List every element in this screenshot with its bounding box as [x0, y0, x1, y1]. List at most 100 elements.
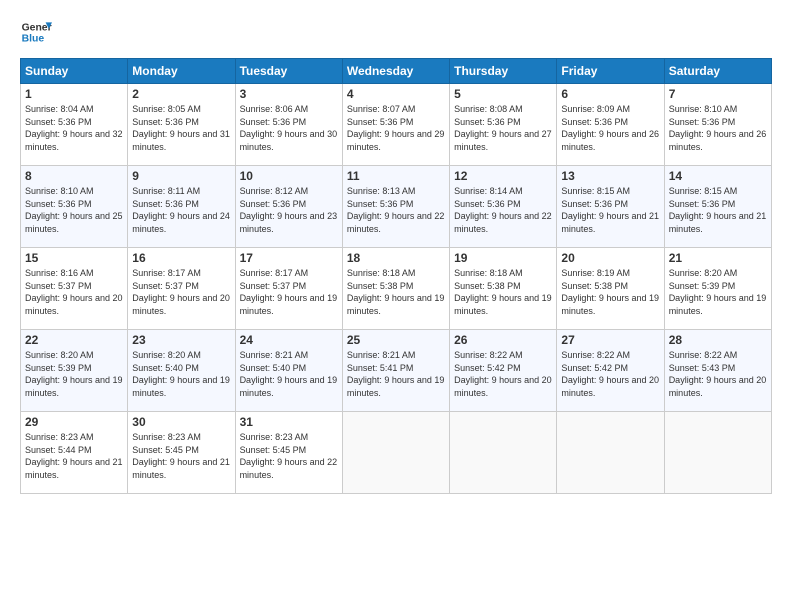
- weekday-sunday: Sunday: [21, 59, 128, 84]
- logo: General Blue: [20, 16, 56, 48]
- day-info: Sunrise: 8:23 AMSunset: 5:45 PMDaylight:…: [132, 431, 230, 481]
- day-cell: 20 Sunrise: 8:19 AMSunset: 5:38 PMDaylig…: [557, 248, 664, 330]
- day-number: 6: [561, 87, 659, 101]
- day-cell: 24 Sunrise: 8:21 AMSunset: 5:40 PMDaylig…: [235, 330, 342, 412]
- day-cell: [557, 412, 664, 494]
- day-cell: 6 Sunrise: 8:09 AMSunset: 5:36 PMDayligh…: [557, 84, 664, 166]
- day-number: 11: [347, 169, 445, 183]
- day-cell: 4 Sunrise: 8:07 AMSunset: 5:36 PMDayligh…: [342, 84, 449, 166]
- day-number: 9: [132, 169, 230, 183]
- day-info: Sunrise: 8:21 AMSunset: 5:40 PMDaylight:…: [240, 349, 338, 399]
- day-info: Sunrise: 8:10 AMSunset: 5:36 PMDaylight:…: [669, 103, 767, 153]
- day-cell: 12 Sunrise: 8:14 AMSunset: 5:36 PMDaylig…: [450, 166, 557, 248]
- day-info: Sunrise: 8:18 AMSunset: 5:38 PMDaylight:…: [347, 267, 445, 317]
- week-row-1: 1 Sunrise: 8:04 AMSunset: 5:36 PMDayligh…: [21, 84, 772, 166]
- day-info: Sunrise: 8:23 AMSunset: 5:44 PMDaylight:…: [25, 431, 123, 481]
- day-number: 12: [454, 169, 552, 183]
- day-cell: 19 Sunrise: 8:18 AMSunset: 5:38 PMDaylig…: [450, 248, 557, 330]
- day-cell: 31 Sunrise: 8:23 AMSunset: 5:45 PMDaylig…: [235, 412, 342, 494]
- day-cell: [664, 412, 771, 494]
- day-number: 28: [669, 333, 767, 347]
- day-cell: 11 Sunrise: 8:13 AMSunset: 5:36 PMDaylig…: [342, 166, 449, 248]
- day-number: 7: [669, 87, 767, 101]
- day-number: 25: [347, 333, 445, 347]
- calendar: SundayMondayTuesdayWednesdayThursdayFrid…: [20, 58, 772, 494]
- weekday-friday: Friday: [557, 59, 664, 84]
- day-info: Sunrise: 8:20 AMSunset: 5:39 PMDaylight:…: [669, 267, 767, 317]
- page: General Blue SundayMondayTuesdayWednesda…: [0, 0, 792, 612]
- weekday-thursday: Thursday: [450, 59, 557, 84]
- week-row-5: 29 Sunrise: 8:23 AMSunset: 5:44 PMDaylig…: [21, 412, 772, 494]
- svg-text:Blue: Blue: [22, 34, 45, 45]
- day-number: 24: [240, 333, 338, 347]
- week-row-3: 15 Sunrise: 8:16 AMSunset: 5:37 PMDaylig…: [21, 248, 772, 330]
- day-info: Sunrise: 8:11 AMSunset: 5:36 PMDaylight:…: [132, 185, 230, 235]
- weekday-tuesday: Tuesday: [235, 59, 342, 84]
- day-info: Sunrise: 8:15 AMSunset: 5:36 PMDaylight:…: [561, 185, 659, 235]
- weekday-saturday: Saturday: [664, 59, 771, 84]
- day-info: Sunrise: 8:05 AMSunset: 5:36 PMDaylight:…: [132, 103, 230, 153]
- day-cell: 27 Sunrise: 8:22 AMSunset: 5:42 PMDaylig…: [557, 330, 664, 412]
- day-number: 3: [240, 87, 338, 101]
- day-info: Sunrise: 8:22 AMSunset: 5:43 PMDaylight:…: [669, 349, 767, 399]
- day-number: 2: [132, 87, 230, 101]
- day-number: 23: [132, 333, 230, 347]
- day-cell: 10 Sunrise: 8:12 AMSunset: 5:36 PMDaylig…: [235, 166, 342, 248]
- day-cell: 14 Sunrise: 8:15 AMSunset: 5:36 PMDaylig…: [664, 166, 771, 248]
- week-row-4: 22 Sunrise: 8:20 AMSunset: 5:39 PMDaylig…: [21, 330, 772, 412]
- day-number: 20: [561, 251, 659, 265]
- day-number: 30: [132, 415, 230, 429]
- day-cell: 15 Sunrise: 8:16 AMSunset: 5:37 PMDaylig…: [21, 248, 128, 330]
- day-info: Sunrise: 8:17 AMSunset: 5:37 PMDaylight:…: [240, 267, 338, 317]
- week-row-2: 8 Sunrise: 8:10 AMSunset: 5:36 PMDayligh…: [21, 166, 772, 248]
- day-info: Sunrise: 8:15 AMSunset: 5:36 PMDaylight:…: [669, 185, 767, 235]
- day-info: Sunrise: 8:18 AMSunset: 5:38 PMDaylight:…: [454, 267, 552, 317]
- day-cell: 22 Sunrise: 8:20 AMSunset: 5:39 PMDaylig…: [21, 330, 128, 412]
- day-info: Sunrise: 8:12 AMSunset: 5:36 PMDaylight:…: [240, 185, 338, 235]
- day-cell: 17 Sunrise: 8:17 AMSunset: 5:37 PMDaylig…: [235, 248, 342, 330]
- day-info: Sunrise: 8:08 AMSunset: 5:36 PMDaylight:…: [454, 103, 552, 153]
- day-cell: 7 Sunrise: 8:10 AMSunset: 5:36 PMDayligh…: [664, 84, 771, 166]
- day-number: 22: [25, 333, 123, 347]
- weekday-wednesday: Wednesday: [342, 59, 449, 84]
- day-cell: 16 Sunrise: 8:17 AMSunset: 5:37 PMDaylig…: [128, 248, 235, 330]
- day-number: 14: [669, 169, 767, 183]
- day-info: Sunrise: 8:23 AMSunset: 5:45 PMDaylight:…: [240, 431, 338, 481]
- day-number: 5: [454, 87, 552, 101]
- day-info: Sunrise: 8:22 AMSunset: 5:42 PMDaylight:…: [561, 349, 659, 399]
- day-cell: 5 Sunrise: 8:08 AMSunset: 5:36 PMDayligh…: [450, 84, 557, 166]
- day-info: Sunrise: 8:13 AMSunset: 5:36 PMDaylight:…: [347, 185, 445, 235]
- day-number: 17: [240, 251, 338, 265]
- logo-icon: General Blue: [20, 16, 52, 48]
- day-info: Sunrise: 8:09 AMSunset: 5:36 PMDaylight:…: [561, 103, 659, 153]
- day-info: Sunrise: 8:07 AMSunset: 5:36 PMDaylight:…: [347, 103, 445, 153]
- day-number: 18: [347, 251, 445, 265]
- day-info: Sunrise: 8:21 AMSunset: 5:41 PMDaylight:…: [347, 349, 445, 399]
- day-cell: 28 Sunrise: 8:22 AMSunset: 5:43 PMDaylig…: [664, 330, 771, 412]
- day-cell: 30 Sunrise: 8:23 AMSunset: 5:45 PMDaylig…: [128, 412, 235, 494]
- day-info: Sunrise: 8:19 AMSunset: 5:38 PMDaylight:…: [561, 267, 659, 317]
- day-info: Sunrise: 8:20 AMSunset: 5:39 PMDaylight:…: [25, 349, 123, 399]
- day-info: Sunrise: 8:14 AMSunset: 5:36 PMDaylight:…: [454, 185, 552, 235]
- day-cell: 18 Sunrise: 8:18 AMSunset: 5:38 PMDaylig…: [342, 248, 449, 330]
- day-cell: 26 Sunrise: 8:22 AMSunset: 5:42 PMDaylig…: [450, 330, 557, 412]
- day-cell: 25 Sunrise: 8:21 AMSunset: 5:41 PMDaylig…: [342, 330, 449, 412]
- day-cell: 21 Sunrise: 8:20 AMSunset: 5:39 PMDaylig…: [664, 248, 771, 330]
- day-number: 4: [347, 87, 445, 101]
- day-info: Sunrise: 8:10 AMSunset: 5:36 PMDaylight:…: [25, 185, 123, 235]
- day-number: 26: [454, 333, 552, 347]
- day-number: 13: [561, 169, 659, 183]
- day-number: 19: [454, 251, 552, 265]
- day-info: Sunrise: 8:06 AMSunset: 5:36 PMDaylight:…: [240, 103, 338, 153]
- day-cell: 29 Sunrise: 8:23 AMSunset: 5:44 PMDaylig…: [21, 412, 128, 494]
- day-number: 31: [240, 415, 338, 429]
- day-cell: [342, 412, 449, 494]
- weekday-monday: Monday: [128, 59, 235, 84]
- day-cell: 3 Sunrise: 8:06 AMSunset: 5:36 PMDayligh…: [235, 84, 342, 166]
- day-number: 10: [240, 169, 338, 183]
- day-number: 21: [669, 251, 767, 265]
- day-info: Sunrise: 8:17 AMSunset: 5:37 PMDaylight:…: [132, 267, 230, 317]
- day-info: Sunrise: 8:22 AMSunset: 5:42 PMDaylight:…: [454, 349, 552, 399]
- day-cell: 1 Sunrise: 8:04 AMSunset: 5:36 PMDayligh…: [21, 84, 128, 166]
- day-number: 29: [25, 415, 123, 429]
